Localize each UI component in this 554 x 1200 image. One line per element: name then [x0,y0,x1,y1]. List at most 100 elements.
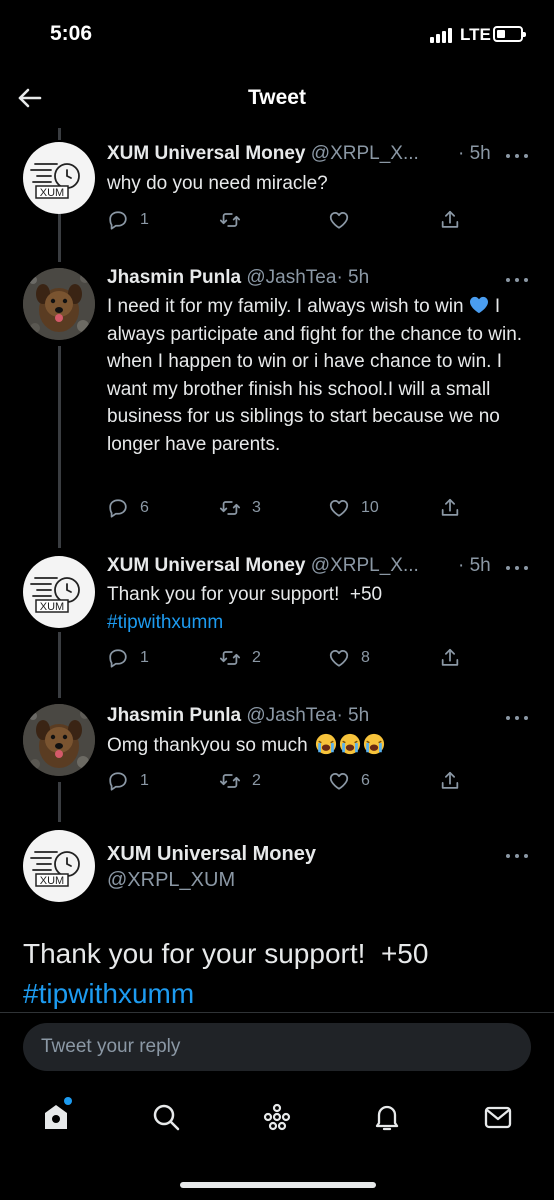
tweet-body: why do you need miracle? [107,173,328,194]
retweet-icon [219,770,241,792]
like-button[interactable]: 6 [328,767,370,795]
share-button[interactable] [439,494,461,522]
author-handle[interactable]: @XRPL_XUM [107,869,235,892]
tweet-header: Jhasmin Punla @JashTea· 5h [107,267,369,289]
network-label: LTE [460,25,491,44]
retweet-button[interactable]: 3 [219,494,261,522]
retweet-count: 2 [252,649,261,666]
retweet-button[interactable] [219,206,252,234]
more-icon[interactable] [506,152,530,160]
tweet-body: Thank you for your support! +50 [23,938,429,969]
tweet-actions: 1 [107,206,467,234]
retweet-button[interactable]: 2 [219,644,261,672]
tweet-text: Thank you for your support! +50 #tipwith… [107,581,537,636]
tweet-text: I need it for my family. I always wish t… [107,293,537,458]
thread-line [58,128,61,140]
home-indicator[interactable] [180,1182,376,1188]
share-button[interactable] [439,644,461,672]
battery-icon [493,26,526,42]
status-bar: 5:06 LTE [0,0,554,70]
crying-face-icon [315,733,337,755]
like-count: 8 [361,649,370,666]
author-name[interactable]: XUM Universal Money [107,555,306,576]
author-name[interactable]: XUM Universal Money [107,143,306,164]
avatar[interactable] [23,830,95,902]
author-name[interactable]: Jhasmin Punla [107,267,241,288]
notification-dot [64,1097,72,1105]
like-button[interactable] [328,206,361,234]
author-handle[interactable]: @XRPL_X... [311,143,419,164]
avatar[interactable] [23,704,95,776]
share-button[interactable] [439,206,461,234]
search-icon[interactable] [150,1101,182,1133]
reply-icon [107,209,129,231]
reply-button[interactable]: 1 [107,767,149,795]
tweet-body: Thank you for your support! +50 [107,584,383,605]
heart-icon [328,209,350,231]
share-icon [439,770,461,792]
author-name[interactable]: XUM Universal Money [107,843,316,866]
tweet-header: Jhasmin Punla @JashTea· 5h [107,705,369,727]
tweet-time: · 5h [458,143,491,164]
reply-count: 1 [140,772,149,789]
tweet-header: XUM Universal Money @XRPL_X... [107,143,419,165]
thread-line [58,632,61,698]
retweet-icon [219,647,241,669]
share-icon [439,209,461,231]
share-icon [439,497,461,519]
like-count: 10 [361,499,379,516]
author-handle[interactable]: @JashTea [246,267,336,288]
crying-face-icon [339,733,361,755]
bottom-nav [0,1085,554,1145]
spaces-icon[interactable] [261,1101,293,1133]
heart-icon [328,770,350,792]
more-icon[interactable] [506,714,530,722]
divider [0,1012,554,1013]
thread-line [58,346,61,548]
tweet-time: · 5h [336,705,370,726]
header: Tweet [0,70,554,126]
retweet-button[interactable]: 2 [219,767,261,795]
messages-icon[interactable] [482,1101,514,1133]
reply-button[interactable]: 6 [107,494,149,522]
more-icon[interactable] [506,564,530,572]
hashtag-link[interactable]: #tipwithxumm [107,609,537,637]
tweet-body: Omg thankyou so much [107,735,308,756]
reply-placeholder: Tweet your reply [41,1036,181,1057]
like-button[interactable]: 10 [328,494,379,522]
retweet-icon [219,497,241,519]
main-tweet-text: Thank you for your support! +50 #tipwith… [23,934,533,1014]
tweet-actions: 1 2 6 [107,767,467,795]
retweet-count: 3 [252,499,261,516]
author-handle[interactable]: @JashTea [246,705,336,726]
home-icon[interactable] [40,1097,72,1133]
reply-count: 1 [140,649,149,666]
thread-line [58,782,61,822]
more-icon[interactable] [506,276,530,284]
tweet-actions: 6 3 10 [107,494,467,522]
reply-count: 6 [140,499,149,516]
blue-heart-icon [469,296,488,314]
avatar[interactable] [23,268,95,340]
crying-face-icon [363,733,385,755]
avatar[interactable] [23,556,95,628]
reply-icon [107,647,129,669]
author-handle[interactable]: @XRPL_X... [311,555,419,576]
share-button[interactable] [439,767,461,795]
reply-input[interactable]: Tweet your reply [23,1023,531,1071]
tweet-header: XUM Universal Money @XRPL_X... [107,555,419,577]
reply-button[interactable]: 1 [107,206,149,234]
thread-line [58,214,61,262]
reply-button[interactable]: 1 [107,644,149,672]
more-icon[interactable] [506,852,530,860]
notifications-icon[interactable] [371,1101,403,1133]
tweet-body: I always participate and fight for the c… [107,296,523,455]
avatar[interactable] [23,142,95,214]
author-name[interactable]: Jhasmin Punla [107,705,241,726]
hashtag-link[interactable]: #tipwithxumm [23,974,533,1014]
tweet-actions: 1 2 8 [107,644,467,672]
heart-icon [328,497,350,519]
retweet-icon [219,209,241,231]
retweet-count: 2 [252,772,261,789]
like-button[interactable]: 8 [328,644,370,672]
